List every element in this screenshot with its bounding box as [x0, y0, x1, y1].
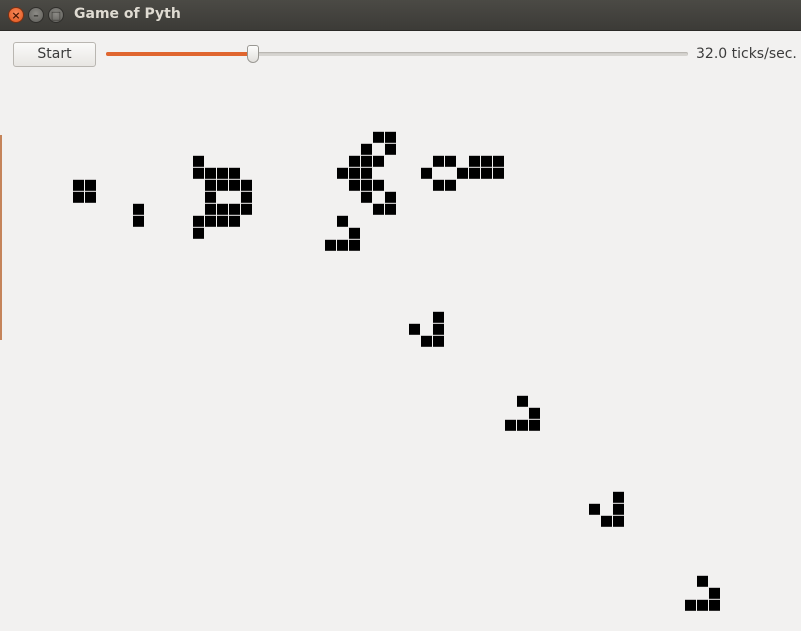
live-cell[interactable] — [229, 167, 240, 179]
live-cell[interactable] — [433, 335, 444, 347]
live-cell[interactable] — [325, 239, 336, 251]
live-cell[interactable] — [493, 155, 504, 167]
live-cell[interactable] — [241, 191, 252, 203]
live-cell[interactable] — [445, 179, 456, 191]
live-cell[interactable] — [481, 167, 492, 179]
live-cell[interactable] — [433, 323, 444, 335]
live-cell[interactable] — [433, 311, 444, 323]
live-cell[interactable] — [349, 155, 360, 167]
maximize-icon[interactable]: □ — [48, 7, 64, 23]
live-cell[interactable] — [373, 203, 384, 215]
live-cell[interactable] — [337, 167, 348, 179]
live-cell[interactable] — [421, 335, 432, 347]
live-cell[interactable] — [505, 419, 516, 431]
live-cell[interactable] — [205, 203, 216, 215]
speed-readout: 32.0 ticks/sec. — [696, 46, 797, 62]
slider-handle[interactable] — [247, 45, 259, 63]
live-cell[interactable] — [217, 203, 228, 215]
live-cell[interactable] — [529, 419, 540, 431]
live-cell[interactable] — [193, 215, 204, 227]
speed-slider[interactable] — [106, 44, 688, 64]
live-cell[interactable] — [349, 239, 360, 251]
live-cell[interactable] — [133, 215, 144, 227]
live-cell[interactable] — [481, 155, 492, 167]
live-cell[interactable] — [469, 155, 480, 167]
live-cell[interactable] — [517, 419, 528, 431]
live-cell[interactable] — [349, 179, 360, 191]
window-title: Game of Pyth — [74, 6, 181, 22]
live-cell[interactable] — [433, 155, 444, 167]
live-cell[interactable] — [133, 203, 144, 215]
game-board[interactable] — [0, 0, 801, 631]
live-cell[interactable] — [589, 503, 600, 515]
live-cell[interactable] — [205, 179, 216, 191]
live-cell[interactable] — [361, 143, 372, 155]
live-cell[interactable] — [229, 203, 240, 215]
live-cell[interactable] — [409, 323, 420, 335]
live-cell[interactable] — [601, 515, 612, 527]
live-cell[interactable] — [361, 167, 372, 179]
live-cell[interactable] — [349, 167, 360, 179]
live-cell[interactable] — [241, 203, 252, 215]
live-cell[interactable] — [205, 191, 216, 203]
live-cell[interactable] — [241, 179, 252, 191]
app-window: × – □ Game of Pyth Start 32.0 ticks/sec. — [0, 0, 801, 631]
live-cell[interactable] — [709, 599, 720, 611]
live-cell[interactable] — [613, 503, 624, 515]
live-cell[interactable] — [217, 167, 228, 179]
live-cell[interactable] — [337, 239, 348, 251]
live-cell[interactable] — [193, 227, 204, 239]
live-cell[interactable] — [385, 203, 396, 215]
live-cell[interactable] — [685, 599, 696, 611]
live-cell[interactable] — [205, 215, 216, 227]
live-cell[interactable] — [385, 191, 396, 203]
live-cell[interactable] — [613, 515, 624, 527]
live-cell[interactable] — [613, 491, 624, 503]
close-icon[interactable]: × — [8, 7, 24, 23]
slider-fill — [106, 52, 253, 56]
live-cell[interactable] — [457, 167, 468, 179]
live-cell[interactable] — [385, 143, 396, 155]
live-cell[interactable] — [85, 179, 96, 191]
live-cell[interactable] — [361, 179, 372, 191]
live-cell[interactable] — [73, 191, 84, 203]
live-cell[interactable] — [709, 587, 720, 599]
live-cell[interactable] — [217, 215, 228, 227]
live-cell[interactable] — [229, 215, 240, 227]
live-cell[interactable] — [337, 215, 348, 227]
live-cell[interactable] — [529, 407, 540, 419]
start-button[interactable]: Start — [13, 42, 96, 67]
live-cell[interactable] — [349, 227, 360, 239]
live-cell[interactable] — [193, 167, 204, 179]
live-cell[interactable] — [421, 167, 432, 179]
live-cell[interactable] — [373, 131, 384, 143]
live-cell[interactable] — [373, 155, 384, 167]
live-cell[interactable] — [517, 395, 528, 407]
live-cell[interactable] — [697, 599, 708, 611]
live-cell[interactable] — [205, 167, 216, 179]
live-cell[interactable] — [217, 179, 228, 191]
live-cell[interactable] — [385, 131, 396, 143]
live-cell[interactable] — [193, 155, 204, 167]
live-cell[interactable] — [229, 179, 240, 191]
window-edge-highlight — [0, 135, 2, 340]
live-cell[interactable] — [361, 191, 372, 203]
live-cell[interactable] — [73, 179, 84, 191]
live-cell[interactable] — [697, 575, 708, 587]
live-cell[interactable] — [361, 155, 372, 167]
live-cell[interactable] — [433, 179, 444, 191]
live-cell[interactable] — [85, 191, 96, 203]
minimize-icon[interactable]: – — [28, 7, 44, 23]
live-cell[interactable] — [469, 167, 480, 179]
live-cell[interactable] — [493, 167, 504, 179]
live-cell[interactable] — [445, 155, 456, 167]
live-cell[interactable] — [373, 179, 384, 191]
title-bar[interactable]: × – □ Game of Pyth — [0, 0, 801, 31]
